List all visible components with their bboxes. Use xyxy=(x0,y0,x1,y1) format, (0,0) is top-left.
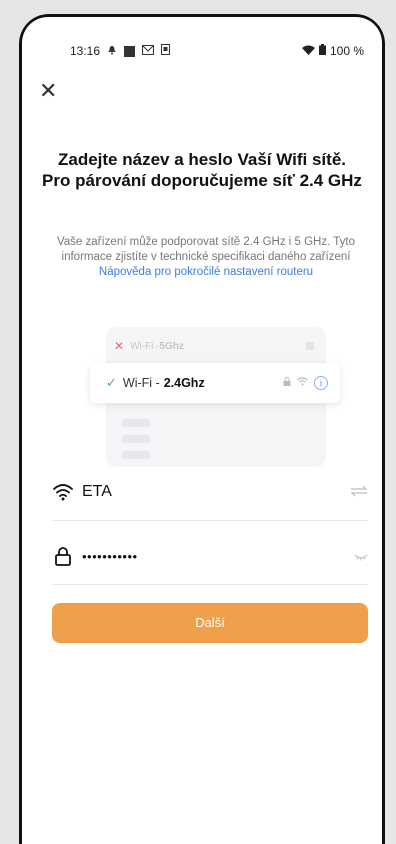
password-input[interactable]: ••••••••••• xyxy=(82,549,138,564)
battery-level: 100 % xyxy=(329,44,364,58)
help-link[interactable]: Nápověda pro pokročilé nastavení routeru xyxy=(99,266,313,278)
wifi-24ghz-row: ✓ Wi-Fi - 2.4Ghz i xyxy=(90,363,340,403)
close-button[interactable]: ✕ xyxy=(39,80,57,102)
ssid-field[interactable]: ETA xyxy=(52,464,368,521)
screen: 13:16 100 % ✕ Zadejte název a heslo Vaší… xyxy=(22,17,382,844)
eye-closed-icon[interactable] xyxy=(354,548,368,564)
next-button[interactable]: Další xyxy=(52,603,368,643)
wifi-band-illustration: ✕ Wi-Fi - 5Ghz ✓ Wi-Fi - 2.4Ghz i xyxy=(90,327,340,467)
wifi-5ghz-band: 5Ghz xyxy=(159,340,184,352)
wifi-small-icon xyxy=(297,377,308,389)
info-icon: i xyxy=(314,376,328,390)
wifi-status-icon xyxy=(301,44,315,58)
cross-icon: ✕ xyxy=(114,339,125,353)
wifi-24ghz-band: 2.4Ghz xyxy=(163,376,205,390)
placeholder-bar xyxy=(122,435,150,443)
description: Vaše zařízení může podporovat sítě 2.4 G… xyxy=(48,235,364,280)
switch-network-icon[interactable] xyxy=(350,484,368,500)
battery-icon xyxy=(318,44,326,58)
wifi-icon xyxy=(52,481,74,503)
notification-icon xyxy=(124,45,136,57)
description-text: Vaše zařízení může podporovat sítě 2.4 G… xyxy=(56,236,356,263)
status-bar: 13:16 100 % xyxy=(70,43,364,59)
lock-icon xyxy=(52,545,74,567)
placeholder-bar xyxy=(122,451,150,459)
wifi-5ghz-prefix: Wi-Fi - xyxy=(130,340,160,352)
placeholder-square xyxy=(306,342,314,350)
wifi-5ghz-row: ✕ Wi-Fi - 5Ghz xyxy=(114,335,314,357)
page-title: Zadejte název a heslo Vaší Wifi sítě. Pr… xyxy=(42,150,362,190)
password-field[interactable]: ••••••••••• xyxy=(52,528,368,585)
wifi-24ghz-prefix: Wi-Fi - xyxy=(122,376,160,390)
mail-icon xyxy=(142,44,155,58)
bell-icon xyxy=(107,44,117,58)
placeholder-bar xyxy=(122,419,150,427)
ssid-input[interactable]: ETA xyxy=(82,483,112,501)
status-time: 13:16 xyxy=(70,44,101,58)
lock-icon xyxy=(283,377,291,389)
phone-frame: 13:16 100 % ✕ Zadejte název a heslo Vaší… xyxy=(19,14,385,844)
check-icon: ✓ xyxy=(106,375,117,390)
sim-icon xyxy=(161,44,171,58)
